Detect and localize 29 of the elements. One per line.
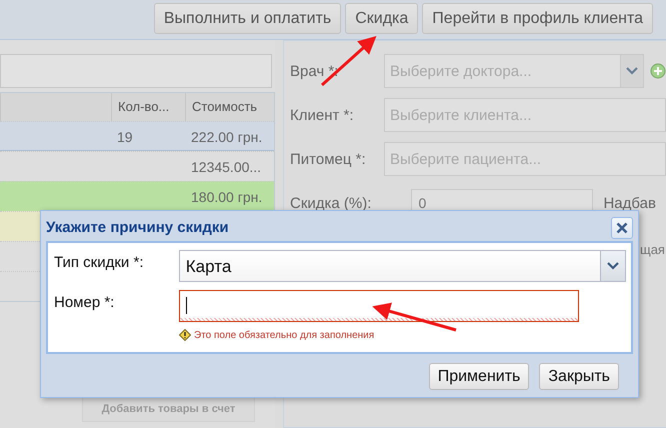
toolbar-button[interactable]: Выполнить и оплатить bbox=[154, 3, 342, 34]
discount-type-combo[interactable]: Карта bbox=[178, 250, 626, 282]
table-cell-text: 19 bbox=[116, 128, 134, 147]
dialog-button[interactable]: Закрыть bbox=[539, 363, 619, 390]
field-label: Номер *: bbox=[54, 293, 116, 311]
close-icon bbox=[616, 222, 628, 234]
field-label: Клиент *: bbox=[290, 106, 355, 124]
table-cell-text: 222.00 грн. bbox=[190, 128, 264, 147]
grid-row[interactable]: 19 222.00 грн. bbox=[0, 121, 274, 151]
toolbar-button[interactable]: Скидка bbox=[345, 3, 418, 34]
grid-row[interactable]: 180.00 грн. bbox=[0, 181, 274, 211]
add-icon[interactable] bbox=[650, 63, 666, 79]
chevron-down-icon bbox=[607, 262, 619, 270]
table-cell-text: 12345.00... bbox=[190, 158, 262, 177]
warning-icon bbox=[179, 329, 191, 341]
number-field[interactable] bbox=[179, 290, 579, 322]
dialog-button[interactable]: Применить bbox=[428, 363, 530, 390]
field-label: Тип скидки *: bbox=[54, 253, 144, 271]
chevron-down-icon bbox=[626, 67, 638, 75]
error-message: Это поле обязательно для заполнения bbox=[194, 330, 374, 340]
field-label: Питомец *: bbox=[290, 150, 367, 168]
field-label: Скидка (%): bbox=[290, 194, 372, 212]
field-label: щая bbox=[640, 242, 665, 257]
dialog-title: Укажите причину скидки bbox=[46, 219, 229, 236]
toolbar-button[interactable]: Перейти в профиль клиента bbox=[422, 3, 653, 34]
close-button[interactable] bbox=[611, 216, 633, 238]
search-field[interactable] bbox=[0, 54, 272, 88]
field-label: Надбав bbox=[603, 194, 656, 212]
table-cell-text: 180.00 грн. bbox=[190, 188, 264, 207]
